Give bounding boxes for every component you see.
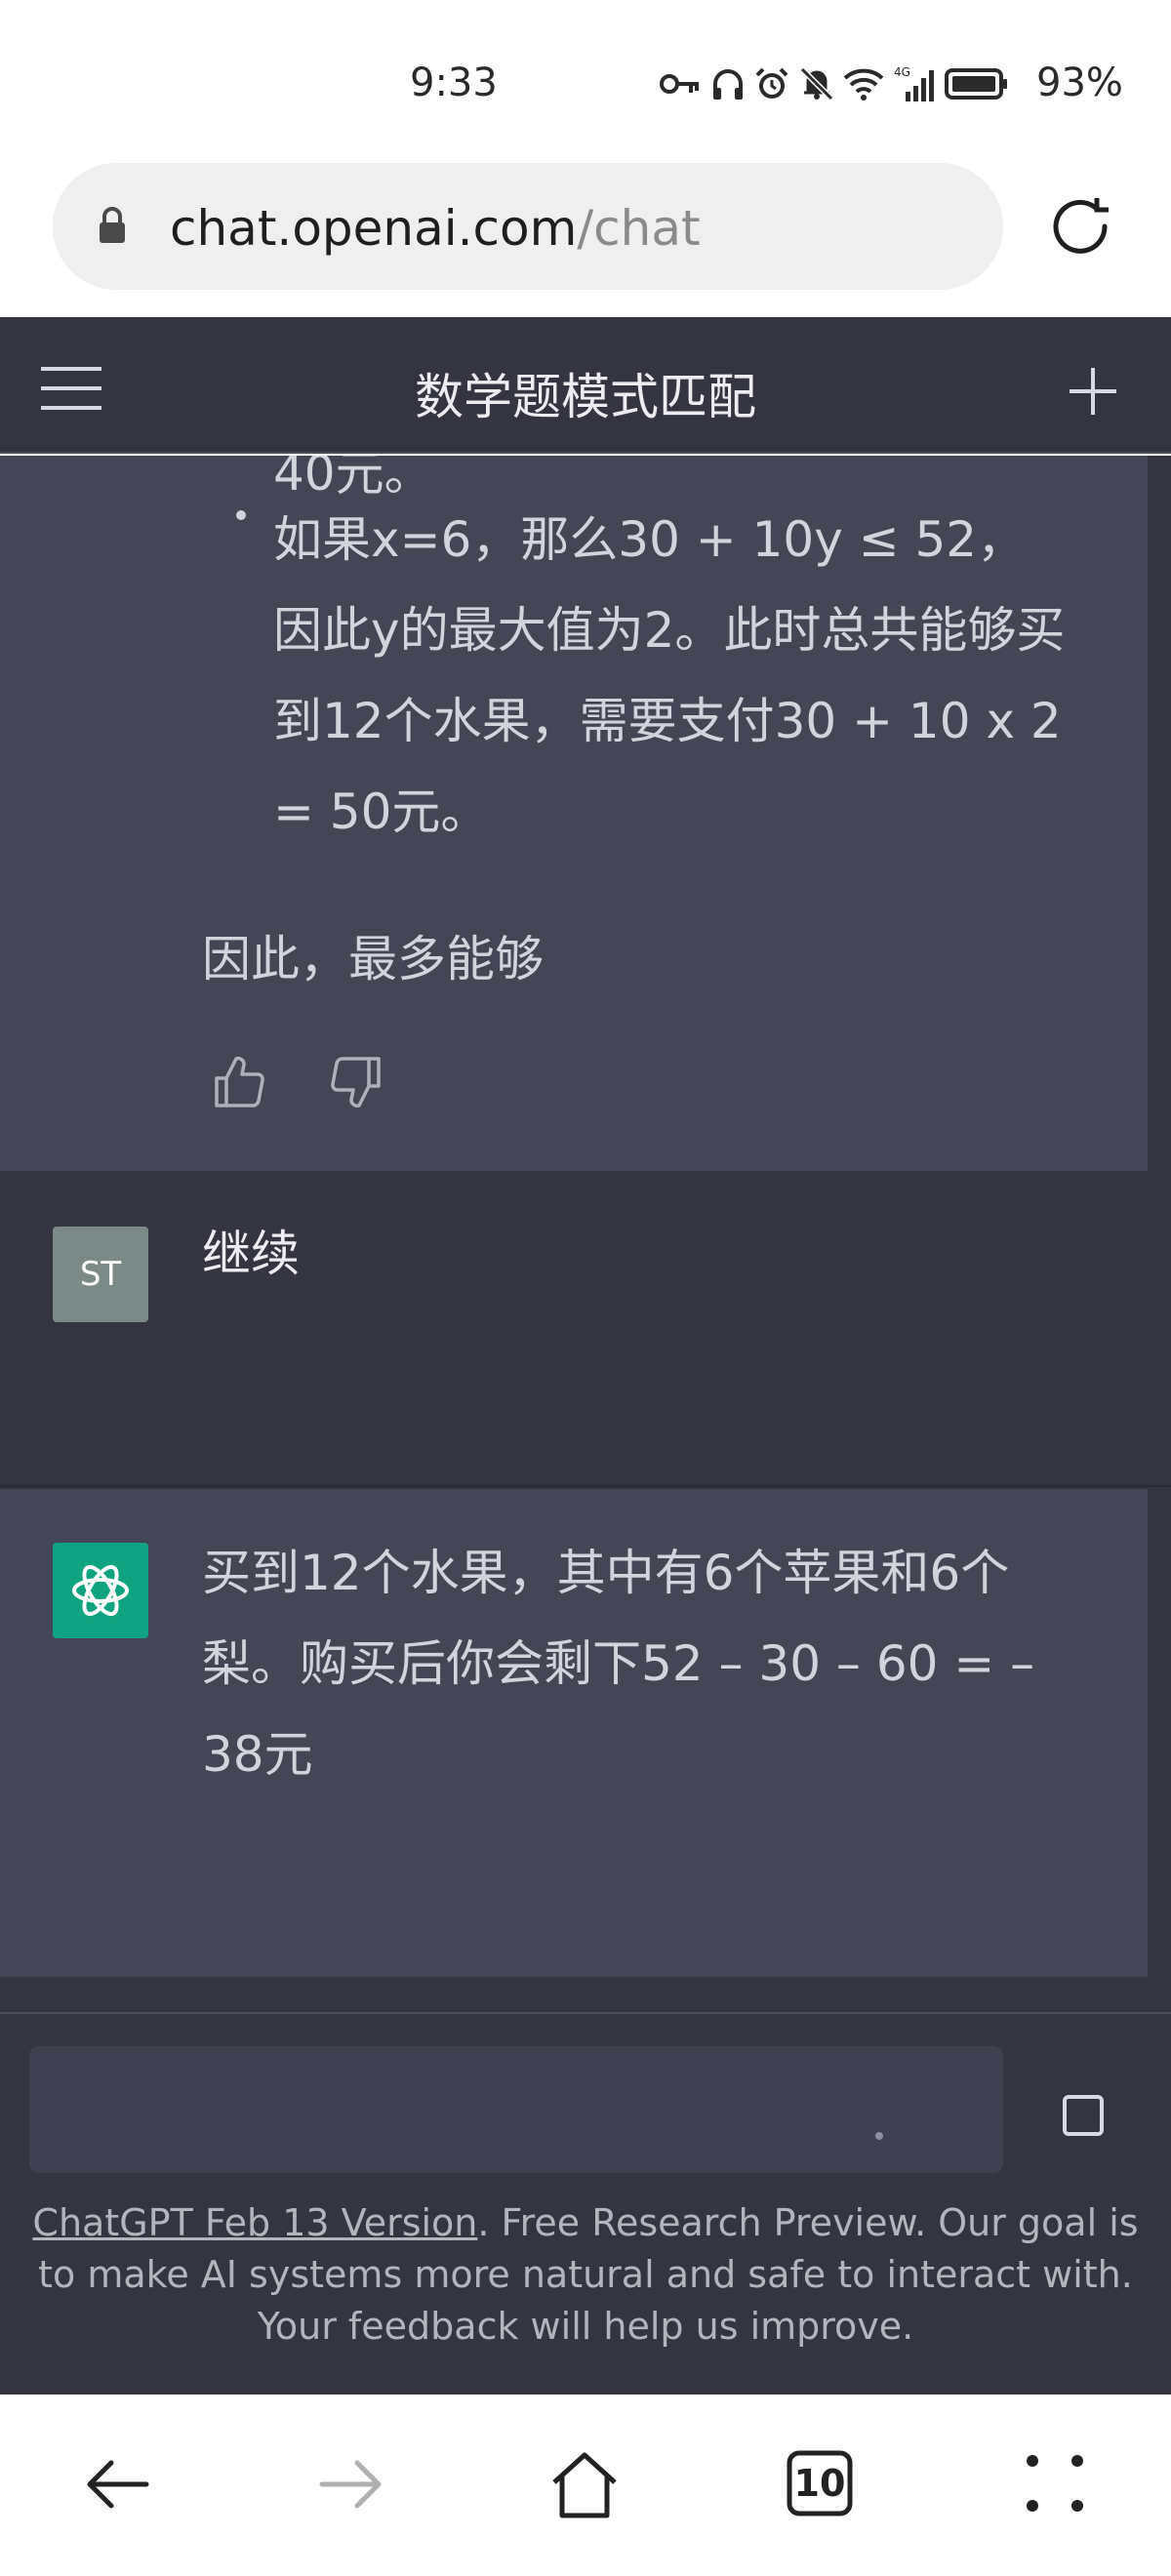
key-icon	[660, 74, 699, 94]
conversation-title: 数学题模式匹配	[415, 369, 756, 425]
conclusion-text: 因此，最多能够	[202, 931, 544, 987]
reload-icon[interactable]	[1044, 190, 1116, 262]
tabs-button[interactable]: 10	[786, 2449, 854, 2517]
user-avatar: ST	[53, 1227, 148, 1322]
url-domain: chat.openai.com	[170, 200, 578, 257]
stop-generating-icon[interactable]	[1062, 2094, 1105, 2137]
forward-arrow-icon[interactable]	[316, 2449, 386, 2519]
browser-bottom-nav: 10	[0, 2395, 1171, 2576]
bullet-item-text: 如果x=6，那么30 + 10y ≤ 52，因此y的最大值为2。此时总共能够买到…	[273, 511, 1066, 840]
svg-text:4G: 4G	[894, 65, 910, 79]
signal-4g-icon: 4G	[894, 65, 934, 101]
alarm-icon	[755, 67, 788, 99]
address-bar[interactable]: chat.openai.com/chat	[53, 163, 1003, 290]
user-message-text: 继续	[202, 1226, 300, 1282]
lock-icon	[100, 207, 125, 243]
input-area: ChatGPT Feb 13 Version. Free Research Pr…	[0, 2012, 1171, 2395]
bullet-dot	[236, 510, 246, 520]
home-icon[interactable]	[548, 2449, 621, 2521]
status-bar: 9:33 4G 93%	[0, 0, 1171, 156]
battery-icon	[945, 68, 1007, 100]
url-text[interactable]: chat.openai.com/chat	[170, 200, 701, 257]
back-arrow-icon[interactable]	[82, 2449, 152, 2519]
assistant-message: 40元。 如果x=6，那么30 + 10y ≤ 52，因此y的最大值为2。此时总…	[0, 456, 1148, 1171]
tab-count: 10	[793, 2462, 846, 2505]
thumbs-up-icon[interactable]	[213, 1055, 265, 1109]
assistant-reply: 买到12个水果，其中有6个苹果和6个梨。购买后你会剩下52 – 30 – 60 …	[0, 1489, 1148, 1977]
battery-percentage: 93%	[1036, 60, 1123, 105]
chat-thread: 40元。 如果x=6，那么30 + 10y ≤ 52，因此y的最大值为2。此时总…	[0, 456, 1171, 2012]
assistant-reply-text: 买到12个水果，其中有6个苹果和6个梨。购买后你会剩下52 – 30 – 60 …	[202, 1545, 1035, 1783]
footer-disclaimer: ChatGPT Feb 13 Version. Free Research Pr…	[29, 2197, 1142, 2353]
user-message: ST 继续	[0, 1171, 1171, 1487]
more-options-icon[interactable]	[1021, 2449, 1089, 2517]
headphones-icon	[713, 69, 743, 100]
thumbs-down-icon[interactable]	[330, 1055, 383, 1109]
status-icons: 4G	[660, 64, 1009, 103]
app-header: 数学题模式匹配	[0, 317, 1171, 454]
wifi-icon	[843, 68, 884, 101]
message-input[interactable]	[29, 2046, 1003, 2173]
new-chat-plus-icon[interactable]	[1068, 366, 1118, 417]
url-path: /chat	[577, 200, 701, 257]
typing-indicator	[875, 2132, 883, 2140]
version-link[interactable]: ChatGPT Feb 13 Version	[32, 2201, 477, 2244]
status-time: 9:33	[410, 60, 498, 105]
chatgpt-logo-icon	[53, 1543, 148, 1638]
mute-bell-icon	[799, 66, 834, 101]
